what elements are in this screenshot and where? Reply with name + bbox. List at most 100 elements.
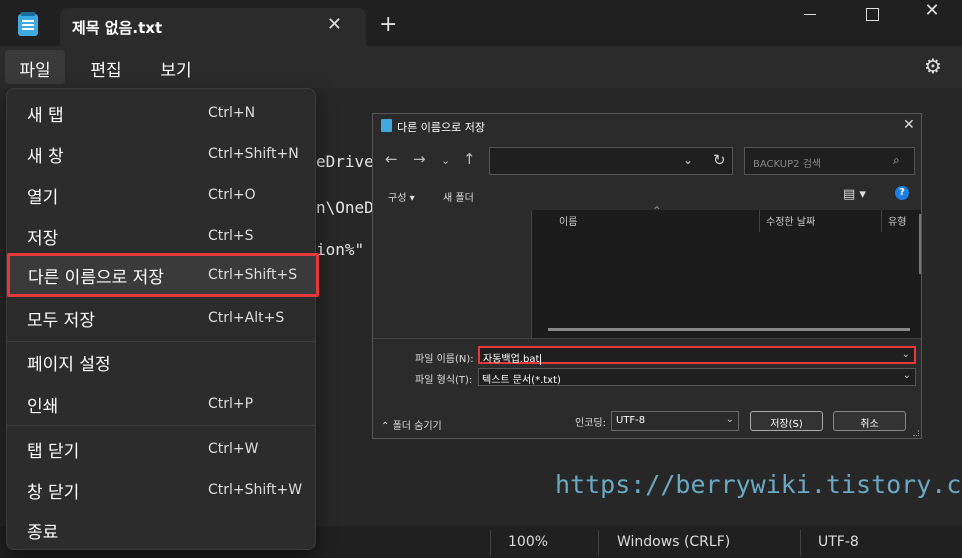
address-bar[interactable]	[489, 147, 733, 175]
dialog-title: 다른 이름으로 저장	[397, 121, 485, 134]
menu-item-shortcut: Ctrl+W	[208, 441, 259, 457]
chevron-down-icon[interactable]: ⌄	[902, 349, 910, 360]
resize-grip[interactable]	[913, 430, 919, 436]
menu-item-shortcut: Ctrl+Alt+S	[208, 310, 285, 326]
up-arrow-icon[interactable]: ↑	[463, 150, 476, 168]
watermark: https://berrywiki.tistory.com	[555, 470, 962, 499]
menu-item-label: 열기	[27, 188, 59, 208]
menu-item-new-tab[interactable]: 새 탭 Ctrl+N	[11, 93, 311, 131]
save-as-dialog: 다른 이름으로 저장 ✕ ← → ⌄ ↑ ⌄ ↻ BACKUP2 검색 ⌕ 구성…	[372, 113, 922, 439]
status-zoom: 100%	[508, 534, 549, 550]
filetype-value: 텍스트 문서(*.txt)	[482, 375, 561, 386]
notepad-icon	[381, 119, 392, 132]
dialog-close-icon[interactable]: ✕	[903, 117, 915, 133]
filename-label: 파일 이름(N):	[415, 354, 474, 365]
menu-item-label: 탭 닫기	[27, 442, 80, 462]
menu-item-save[interactable]: 저장 Ctrl+S	[11, 216, 311, 254]
navigation-pane[interactable]	[373, 210, 531, 338]
menu-item-exit[interactable]: 종료	[11, 510, 311, 548]
dialog-title-bar: 다른 이름으로 저장 ✕	[373, 114, 921, 138]
chevron-up-icon: ⌃	[381, 421, 390, 432]
menu-item-save-all[interactable]: 모두 저장 Ctrl+Alt+S	[11, 298, 311, 336]
menu-item-label: 창 닫기	[27, 483, 80, 503]
search-icon: ⌕	[893, 153, 900, 167]
menu-item-shortcut: Ctrl+O	[208, 187, 256, 203]
menu-edit[interactable]: 편집	[78, 50, 134, 84]
filename-input[interactable]: 자동백업.bat ⌄	[478, 346, 916, 365]
column-separator[interactable]	[759, 210, 760, 232]
hide-folders-toggle[interactable]: ⌃ 폴더 숨기기	[381, 417, 442, 432]
search-placeholder: BACKUP2 검색	[753, 159, 822, 170]
file-menu-dropdown: 새 탭 Ctrl+N 새 창 Ctrl+Shift+N 열기 Ctrl+O 저장…	[6, 88, 319, 550]
chevron-down-icon[interactable]: ⌄	[903, 370, 911, 381]
encoding-value: UTF-8	[616, 415, 646, 426]
forward-arrow-icon[interactable]: →	[413, 150, 426, 168]
new-folder-button[interactable]: 새 폴더	[443, 189, 474, 204]
file-list[interactable]	[532, 210, 921, 338]
tab-close-icon[interactable]: ✕	[327, 14, 342, 35]
encoding-label: 인코딩:	[575, 418, 606, 429]
sort-up-icon: ^	[653, 206, 661, 216]
status-line-ending: Windows (CRLF)	[617, 534, 731, 550]
horizontal-scrollbar[interactable]	[548, 328, 910, 331]
title-bar: 제목 없음.txt ✕ + ✕	[0, 0, 962, 46]
menu-bar: 파일 편집 보기	[0, 46, 962, 88]
status-separator	[800, 530, 801, 556]
menu-item-label: 종료	[27, 523, 59, 543]
gear-icon[interactable]: ⚙	[922, 55, 944, 77]
filetype-select[interactable]: 텍스트 문서(*.txt) ⌄	[478, 368, 916, 386]
menu-item-shortcut: Ctrl+N	[208, 105, 256, 121]
menu-view[interactable]: 보기	[148, 50, 204, 84]
notepad-app-icon	[18, 12, 38, 36]
refresh-icon[interactable]: ↻	[713, 151, 726, 169]
menu-item-print[interactable]: 인쇄 Ctrl+P	[11, 384, 311, 422]
menu-item-label: 페이지 설정	[27, 355, 111, 375]
search-box[interactable]: BACKUP2 검색 ⌕	[744, 147, 915, 175]
menu-item-close-tab[interactable]: 탭 닫기 Ctrl+W	[11, 429, 311, 467]
save-button[interactable]: 저장(S)	[750, 411, 823, 431]
menu-file[interactable]: 파일	[5, 50, 65, 84]
tab-untitled[interactable]: 제목 없음.txt ✕	[60, 8, 366, 46]
menu-item-page-setup[interactable]: 페이지 설정	[11, 342, 311, 380]
filename-value: 자동백업.bat	[483, 353, 542, 365]
filetype-label: 파일 형식(T):	[415, 375, 473, 386]
column-type[interactable]: 유형	[888, 213, 906, 228]
view-options-icon[interactable]: ▤ ▾	[843, 187, 866, 202]
menu-item-open[interactable]: 열기 Ctrl+O	[11, 175, 311, 213]
column-separator[interactable]	[881, 210, 882, 232]
minimize-icon[interactable]	[790, 2, 830, 28]
maximize-icon[interactable]	[852, 2, 892, 28]
menu-item-close-window[interactable]: 창 닫기 Ctrl+Shift+W	[11, 470, 311, 508]
status-encoding: UTF-8	[818, 534, 859, 550]
chevron-down-icon[interactable]: ⌄	[683, 153, 693, 167]
menu-item-label: 다른 이름으로 저장	[28, 268, 164, 288]
status-separator	[490, 530, 491, 556]
column-name[interactable]: 이름	[559, 213, 577, 228]
menu-item-label: 저장	[27, 229, 59, 249]
organize-button[interactable]: 구성 ▾	[388, 189, 415, 204]
dialog-footer: 파일 이름(N): 자동백업.bat ⌄ 파일 형식(T): 텍스트 문서(*.…	[373, 338, 921, 438]
editor-line: n\OneD	[316, 198, 374, 217]
menu-separator	[7, 425, 315, 426]
vertical-scrollbar[interactable]	[919, 214, 921, 274]
cancel-button[interactable]: 취소	[833, 411, 906, 431]
menu-item-save-as[interactable]: 다른 이름으로 저장 Ctrl+Shift+S	[7, 253, 319, 297]
menu-item-shortcut: Ctrl+P	[208, 396, 254, 412]
menu-item-new-window[interactable]: 새 창 Ctrl+Shift+N	[11, 134, 311, 172]
tab-title: 제목 없음.txt	[72, 19, 163, 37]
column-modified[interactable]: 수정한 날짜	[766, 213, 815, 228]
menu-item-shortcut: Ctrl+Shift+N	[208, 146, 299, 162]
chevron-down-icon: ⌄	[725, 414, 734, 425]
new-tab-icon[interactable]: +	[379, 12, 397, 37]
back-arrow-icon[interactable]: ←	[385, 150, 398, 168]
window-close-icon[interactable]: ✕	[912, 0, 952, 26]
menu-item-label: 새 창	[27, 147, 64, 167]
menu-item-shortcut: Ctrl+S	[208, 228, 254, 244]
menu-item-label: 인쇄	[27, 397, 59, 417]
encoding-select[interactable]: UTF-8 ⌄	[611, 411, 739, 431]
menu-item-shortcut: Ctrl+Shift+W	[208, 482, 303, 498]
status-separator	[598, 530, 599, 556]
editor-line: eDrive	[316, 152, 374, 171]
recent-chevron-icon[interactable]: ⌄	[441, 154, 450, 167]
help-icon[interactable]: ?	[895, 186, 909, 200]
